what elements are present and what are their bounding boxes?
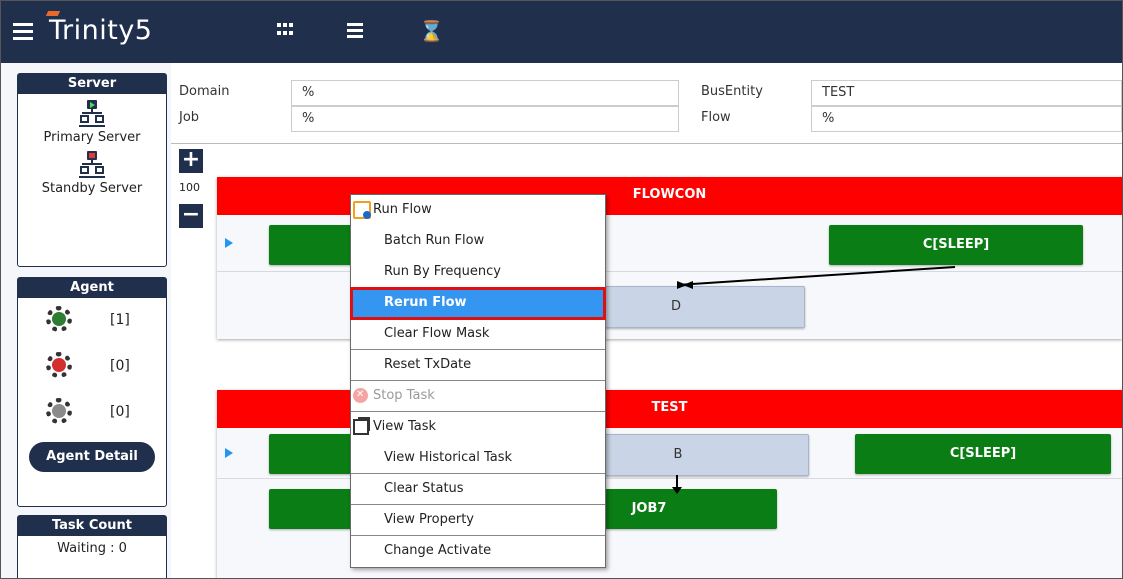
stop-icon xyxy=(353,380,368,410)
zoom-out-button[interactable]: − xyxy=(179,204,203,228)
agent-panel-title: Agent xyxy=(18,278,166,298)
agent-running-count: [1] xyxy=(110,312,130,328)
menu-rerun-flow[interactable]: Rerun Flow xyxy=(350,287,606,320)
menu-label: View Task xyxy=(373,419,437,434)
job-input[interactable]: % xyxy=(291,106,679,132)
menu-clear-status[interactable]: Clear Status xyxy=(351,474,605,505)
menu-change-activate[interactable]: Change Activate xyxy=(351,536,605,567)
task-count-panel: Task Count Waiting : 0 xyxy=(17,515,167,578)
flow-canvas: + 100 − FLOWCON C[SLEEP] D TEST B C[SLEE… xyxy=(171,144,1122,578)
menu-run-by-frequency[interactable]: Run By Frequency xyxy=(351,257,605,288)
domain-input[interactable]: % xyxy=(291,80,679,106)
busentity-label: BusEntity xyxy=(701,84,763,99)
clipboard-run-icon xyxy=(353,201,371,219)
menu-run-flow[interactable]: Run Flow xyxy=(351,195,605,226)
menu-label: Run Flow xyxy=(373,202,432,217)
busentity-input[interactable]: TEST xyxy=(811,80,1122,106)
zoom-in-button[interactable]: + xyxy=(179,149,203,173)
standby-server[interactable]: Standby Server xyxy=(18,151,166,196)
menu-stop-task: Stop Task xyxy=(351,380,605,412)
flow-label: Flow xyxy=(701,110,731,125)
agent-stopped-count: [0] xyxy=(110,358,130,374)
task-count-title: Task Count xyxy=(18,516,166,536)
context-menu: Run Flow Batch Run Flow Run By Frequency… xyxy=(350,194,606,568)
menu-icon[interactable] xyxy=(13,23,33,41)
server-icon xyxy=(79,100,105,128)
sidebar: Server Primary Server Standby Server Age… xyxy=(1,63,171,578)
agent-detail-button[interactable]: Agent Detail xyxy=(29,442,155,472)
filter-bar: Domain % Job % BusEntity TEST Flow % xyxy=(171,63,1122,143)
idle-icon xyxy=(52,404,66,418)
server-panel-title: Server xyxy=(18,74,166,94)
flow-input[interactable]: % xyxy=(811,106,1122,132)
primary-server-label: Primary Server xyxy=(43,130,141,145)
job-label: Job xyxy=(179,110,200,125)
primary-server[interactable]: Primary Server xyxy=(18,100,166,145)
menu-batch-run-flow[interactable]: Batch Run Flow xyxy=(351,226,605,257)
standby-server-label: Standby Server xyxy=(41,181,143,196)
menu-clear-flow-mask[interactable]: Clear Flow Mask xyxy=(351,319,605,350)
server-panel: Server Primary Server Standby Server xyxy=(17,73,167,267)
pause-icon xyxy=(52,358,66,372)
menu-reset-txdate[interactable]: Reset TxDate xyxy=(351,350,605,381)
menu-view-task[interactable]: View Task xyxy=(351,412,605,443)
list-icon[interactable] xyxy=(347,23,363,41)
agent-idle-count: [0] xyxy=(110,404,130,420)
domain-label: Domain xyxy=(179,84,230,99)
top-navbar: Trinity5 ⌛ xyxy=(1,1,1122,63)
app-logo: Trinity5 xyxy=(45,11,152,46)
agent-running: [1] xyxy=(18,298,166,344)
menu-view-property[interactable]: View Property xyxy=(351,505,605,536)
copy-icon xyxy=(353,417,370,435)
waiting-count: Waiting : 0 xyxy=(57,541,127,556)
agent-panel: Agent [1] [0] [0] Agent Detail xyxy=(17,277,167,507)
app-window: Trinity5 ⌛ Server Primary Server Standby… xyxy=(0,0,1123,579)
grid-icon[interactable] xyxy=(277,23,293,37)
play-icon xyxy=(52,312,66,326)
agent-stopped: [0] xyxy=(18,344,166,390)
menu-view-historical-task[interactable]: View Historical Task xyxy=(351,443,605,474)
agent-idle: [0] xyxy=(18,390,166,436)
hourglass-icon[interactable]: ⌛ xyxy=(419,19,444,43)
server-icon xyxy=(79,151,105,179)
zoom-level: 100 xyxy=(179,181,200,194)
menu-label: Stop Task xyxy=(373,388,435,403)
